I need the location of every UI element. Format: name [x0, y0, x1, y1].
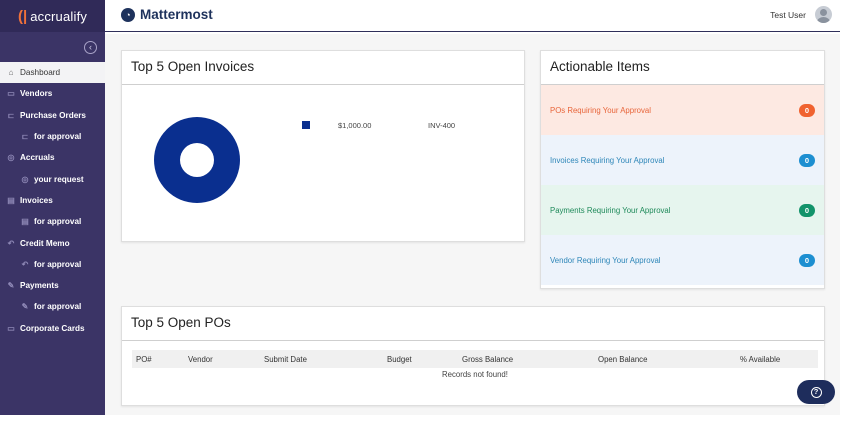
sidebar-item-label: for approval	[34, 302, 82, 312]
pos-empty-message: Records not found!	[442, 370, 508, 379]
sidebar-nav: ⌂ Dashboard ▭ Vendors ⊏ Purchase Orders ⊏ for a…	[0, 62, 105, 339]
user-name[interactable]: Test User	[770, 10, 806, 20]
sidebar: (| accrualify ‹ ⌂ Dashboard ▭ Vendors ⊏ Purch…	[0, 0, 105, 415]
open-pos-title: Top 5 Open POs	[122, 307, 824, 341]
pos-table-header: PO# Vendor Submit Date Budget Gross Balance O…	[132, 350, 818, 368]
column-header[interactable]: Budget	[387, 355, 412, 364]
sidebar-item-label: your request	[34, 174, 84, 184]
dashboard-content: Top 5 Open Invoices $1,000.00 INV-400 Ac…	[105, 34, 840, 415]
sidebar-item-purchase-orders[interactable]: ⊏ Purchase Orders	[0, 105, 105, 126]
payment-icon: ✎	[7, 281, 15, 291]
count-badge: 0	[799, 204, 815, 217]
help-button[interactable]: ?	[797, 380, 835, 404]
sidebar-item-label: for approval	[34, 259, 82, 269]
column-header[interactable]: Open Balance	[598, 355, 647, 364]
open-invoices-title: Top 5 Open Invoices	[122, 51, 524, 85]
topbar: ◔ Mattermost Test User	[105, 0, 840, 32]
column-header[interactable]: Vendor	[188, 355, 213, 364]
home-icon: ⌂	[8, 68, 14, 78]
actionable-item-label: POs Requiring Your Approval	[550, 105, 651, 115]
legend-invoice-id[interactable]: INV-400	[428, 121, 455, 130]
legend-swatch	[302, 121, 310, 129]
column-header[interactable]: Submit Date	[264, 355, 307, 364]
count-badge: 0	[799, 254, 815, 267]
brand-mark-icon: (|	[18, 7, 28, 25]
actionable-item-label: Vendor Requiring Your Approval	[550, 255, 661, 265]
brand-name: accrualify	[30, 8, 88, 24]
cart-icon: ⊏	[7, 110, 15, 120]
sidebar-item-label: for approval	[34, 217, 82, 227]
invoices-donut-chart[interactable]	[154, 117, 240, 203]
actionable-item[interactable]: Payments Requiring Your Approval 0	[541, 185, 824, 235]
mattermost-logo-text: Mattermost	[140, 7, 213, 22]
pos-table: PO# Vendor Submit Date Budget Gross Balance O…	[132, 350, 818, 382]
sidebar-item-label: Vendors	[20, 89, 53, 99]
column-header[interactable]: PO#	[136, 355, 152, 364]
count-badge: 0	[799, 104, 815, 117]
sidebar-item-your-request[interactable]: ◎ your request	[0, 168, 105, 189]
payment-icon: ✎	[21, 302, 29, 312]
actionable-items-title: Actionable Items	[541, 51, 824, 85]
sidebar-item-for-approval[interactable]: ▤ for approval	[0, 211, 105, 232]
actionable-items-card: Actionable Items POs Requiring Your Appr…	[540, 50, 825, 289]
sidebar-item-corporate-cards[interactable]: ▭ Corporate Cards	[0, 318, 105, 339]
count-badge: 0	[799, 154, 815, 167]
page-scrollbar[interactable]	[840, 0, 854, 415]
invoice-icon: ▤	[7, 195, 15, 205]
open-pos-card: Top 5 Open POs PO# Vendor Submit Date Budge…	[121, 306, 825, 406]
sidebar-item-label: Accruals	[20, 153, 55, 163]
invoice-icon: ▤	[21, 217, 29, 227]
sidebar-item-for-approval[interactable]: ↶ for approval	[0, 254, 105, 275]
actionable-item-label: Invoices Requiring Your Approval	[550, 155, 665, 165]
sidebar-item-invoices[interactable]: ▤ Invoices	[0, 190, 105, 211]
sidebar-item-label: Payments	[20, 281, 59, 291]
question-icon: ?	[810, 386, 822, 398]
sidebar-collapse-icon[interactable]: ‹	[84, 41, 97, 54]
column-header[interactable]: Gross Balance	[462, 355, 513, 364]
mattermost-icon: ◔	[121, 7, 135, 22]
sidebar-item-label: Invoices	[20, 195, 53, 205]
sidebar-item-label: Purchase Orders	[20, 110, 86, 120]
actionable-item[interactable]: Vendor Requiring Your Approval 0	[541, 235, 824, 285]
globe-icon: ◎	[7, 153, 15, 163]
app-window: (| accrualify ‹ ⌂ Dashboard ▭ Vendors ⊏ Purch…	[0, 0, 854, 421]
sidebar-item-accruals[interactable]: ◎ Accruals	[0, 147, 105, 168]
user-avatar-icon[interactable]	[815, 6, 832, 23]
memo-icon: ↶	[7, 238, 15, 248]
sidebar-item-label: Credit Memo	[20, 238, 70, 248]
sidebar-item-dashboard[interactable]: ⌂ Dashboard	[0, 62, 105, 84]
brand-logo[interactable]: (| accrualify	[0, 0, 105, 32]
column-header[interactable]: % Available	[740, 355, 780, 364]
sidebar-item-label: Corporate Cards	[20, 323, 85, 333]
sidebar-item-for-approval[interactable]: ✎ for approval	[0, 296, 105, 317]
sidebar-item-vendors[interactable]: ▭ Vendors	[0, 83, 105, 104]
globe-icon: ◎	[21, 174, 29, 184]
vendors-icon: ▭	[7, 89, 15, 99]
sidebar-item-for-approval[interactable]: ⊏ for approval	[0, 126, 105, 147]
sidebar-item-label: for approval	[34, 132, 82, 142]
mattermost-logo[interactable]: ◔ Mattermost	[121, 7, 213, 22]
actionable-item[interactable]: POs Requiring Your Approval 0	[541, 85, 824, 135]
actionable-item-label: Payments Requiring Your Approval	[550, 205, 671, 215]
sidebar-item-label: Dashboard	[20, 68, 61, 78]
legend-amount: $1,000.00	[338, 121, 372, 130]
actionable-item[interactable]: Invoices Requiring Your Approval 0	[541, 135, 824, 185]
cart-icon: ⊏	[21, 132, 29, 142]
card-icon: ▭	[7, 323, 15, 333]
memo-icon: ↶	[21, 259, 29, 269]
sidebar-item-credit-memo[interactable]: ↶ Credit Memo	[0, 232, 105, 253]
sidebar-item-payments[interactable]: ✎ Payments	[0, 275, 105, 296]
open-invoices-card: Top 5 Open Invoices $1,000.00 INV-400	[121, 50, 525, 242]
